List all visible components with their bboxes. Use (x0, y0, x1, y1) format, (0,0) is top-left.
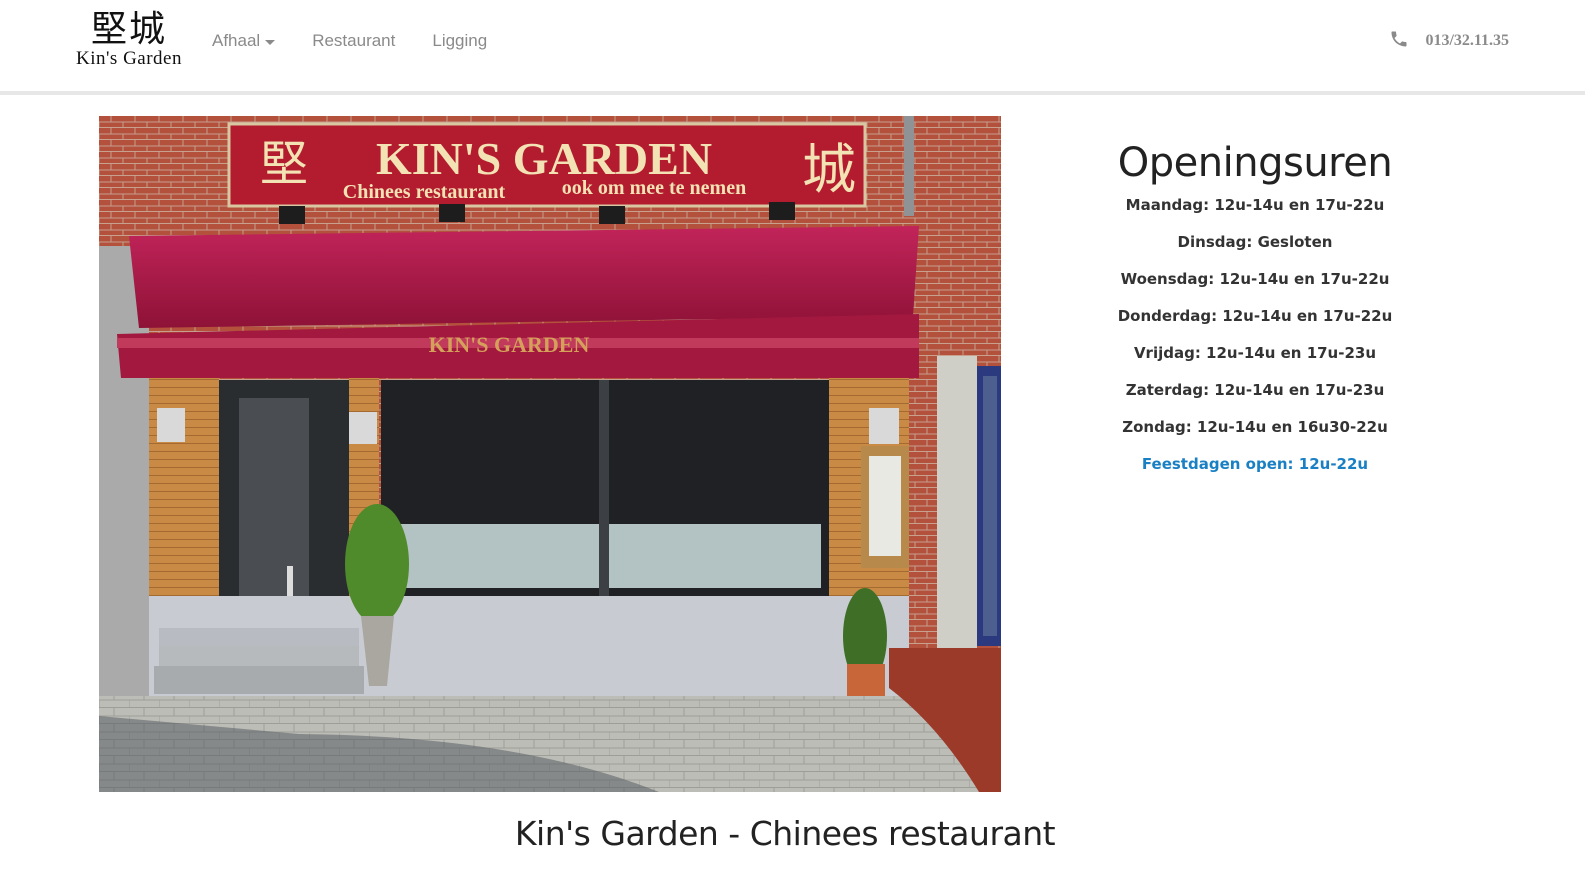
navbar: 堅城 Kin's Garden Afhaal Restaurant Liggin… (0, 0, 1585, 95)
brand-chinese-text: 堅城 (90, 9, 167, 50)
hours-row: Vrijdag: 12u-14u en 17u-23u (1133, 344, 1377, 362)
opening-hours-title: Openingsuren (1117, 140, 1393, 186)
brand-logo[interactable]: 堅城 Kin's Garden (64, 10, 194, 74)
awning-top (129, 226, 919, 328)
sign-subtitle-right: ook om mee te nemen (562, 177, 746, 199)
phone-number: 013/32.11.35 (1425, 32, 1509, 49)
restaurant-photo: 堅 城 KIN'S GARDEN Chinees restaurant ook … (99, 116, 1001, 792)
sign-chinese-right: 城 (802, 138, 856, 201)
page-caption: Kin's Garden - Chinees restaurant (514, 814, 1056, 853)
nav-item-restaurant[interactable]: Restaurant (312, 31, 395, 51)
phone-link[interactable]: 013/32.11.35 (1389, 31, 1509, 50)
sign-chinese-left: 堅 (260, 136, 308, 192)
main-nav: Afhaal Restaurant Ligging (212, 31, 524, 51)
hours-row: Zaterdag: 12u-14u en 17u-23u (1125, 381, 1385, 399)
nav-item-ligging[interactable]: Ligging (432, 31, 487, 51)
nav-item-afhaal[interactable]: Afhaal (212, 31, 276, 51)
nav-item-label: Restaurant (312, 31, 396, 50)
hours-row: Donderdag: 12u-14u en 17u-22u (1117, 307, 1393, 325)
hours-row: Dinsdag: Gesloten (1177, 233, 1333, 251)
hours-row: Zondag: 12u-14u en 16u30-22u (1122, 418, 1388, 436)
opening-hours: Openingsuren Maandag: 12u-14u en 17u-22u… (1104, 140, 1406, 492)
phone-icon (1391, 31, 1407, 47)
hours-row: Woensdag: 12u-14u en 17u-22u (1120, 270, 1390, 288)
nav-item-label: Ligging (432, 31, 488, 50)
brand-name: Kin's Garden (76, 48, 182, 69)
nav-item-label: Afhaal (212, 31, 261, 50)
awning-text: KIN'S GARDEN (429, 332, 590, 357)
plant (345, 504, 409, 624)
caret-down-icon (265, 39, 276, 45)
holiday-hours: Feestdagen open: 12u-22u (1141, 455, 1369, 473)
sign-subtitle-left: Chinees restaurant (343, 181, 506, 203)
storefront-illustration: 堅 城 KIN'S GARDEN Chinees restaurant ook … (99, 116, 1001, 792)
hours-row: Maandag: 12u-14u en 17u-22u (1125, 196, 1385, 214)
